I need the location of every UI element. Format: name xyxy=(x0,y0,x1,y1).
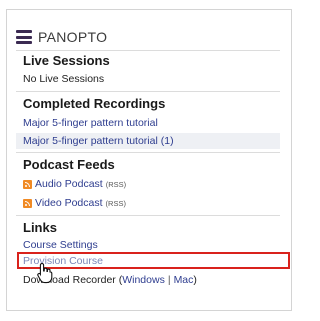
panel-header: PANOPTO xyxy=(16,26,107,48)
section-divider xyxy=(16,215,280,216)
download-recorder-suffix: ) xyxy=(193,274,197,286)
video-rss-link[interactable]: (RSS) xyxy=(106,199,126,208)
audio-podcast-link[interactable]: Audio Podcast xyxy=(35,178,103,190)
hand-cursor-icon xyxy=(37,262,53,284)
no-live-sessions-text: No Live Sessions xyxy=(23,73,105,85)
podcast-feeds-title: Podcast Feeds xyxy=(23,157,115,172)
recording-item[interactable]: Major 5-finger pattern tutorial xyxy=(23,117,158,129)
rss-icon xyxy=(23,179,32,189)
recording-link[interactable]: Major 5-finger pattern tutorial xyxy=(23,117,158,129)
rss-icon xyxy=(23,198,32,208)
completed-recordings-title: Completed Recordings xyxy=(23,96,166,111)
links-title: Links xyxy=(23,220,57,235)
recording-link[interactable]: Major 5-finger pattern tutorial (1) xyxy=(23,135,174,147)
link-separator: | xyxy=(167,274,171,286)
mac-link[interactable]: Mac xyxy=(174,274,194,286)
highlight-box xyxy=(17,252,290,269)
header-divider xyxy=(16,50,280,51)
video-podcast-row[interactable]: Video Podcast (RSS) xyxy=(23,197,126,209)
course-settings-link[interactable]: Course Settings xyxy=(23,239,98,251)
live-sessions-title: Live Sessions xyxy=(23,53,110,68)
video-podcast-link[interactable]: Video Podcast xyxy=(35,197,103,209)
windows-link[interactable]: Windows xyxy=(122,274,165,286)
course-settings-row[interactable]: Course Settings xyxy=(23,239,98,251)
audio-podcast-row[interactable]: Audio Podcast (RSS) xyxy=(23,178,126,190)
recording-item[interactable]: Major 5-finger pattern tutorial (1) xyxy=(23,135,174,147)
brand-title: PANOPTO xyxy=(38,29,108,45)
hamburger-menu-icon[interactable] xyxy=(16,30,32,44)
audio-rss-link[interactable]: (RSS) xyxy=(106,180,126,189)
section-divider xyxy=(16,152,280,153)
section-divider xyxy=(16,91,280,92)
